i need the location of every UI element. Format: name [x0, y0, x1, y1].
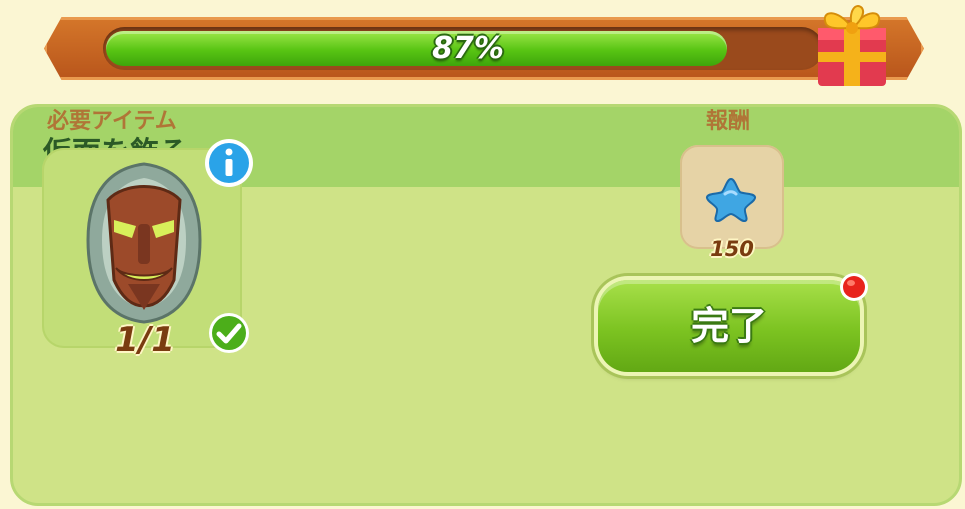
tiki-mask-icon	[86, 162, 202, 324]
item-count: 1/1	[115, 320, 175, 360]
notification-dot	[840, 273, 868, 301]
blue-star-icon	[705, 177, 757, 222]
info-icon[interactable]	[203, 137, 255, 189]
complete-button[interactable]: 完了	[598, 280, 860, 372]
reward-label: 報酬	[706, 109, 751, 134]
complete-button-label: 完了	[690, 304, 767, 348]
quest-screen: 87% 仮面を飾る 必要アイテム 報酬 1/1	[0, 0, 965, 509]
check-icon	[209, 313, 249, 353]
progress-percent-label: 87%	[432, 31, 504, 66]
reward-amount: 150	[710, 237, 754, 261]
required-items-label: 必要アイテム	[47, 109, 177, 134]
gift-box-icon[interactable]	[808, 0, 896, 90]
